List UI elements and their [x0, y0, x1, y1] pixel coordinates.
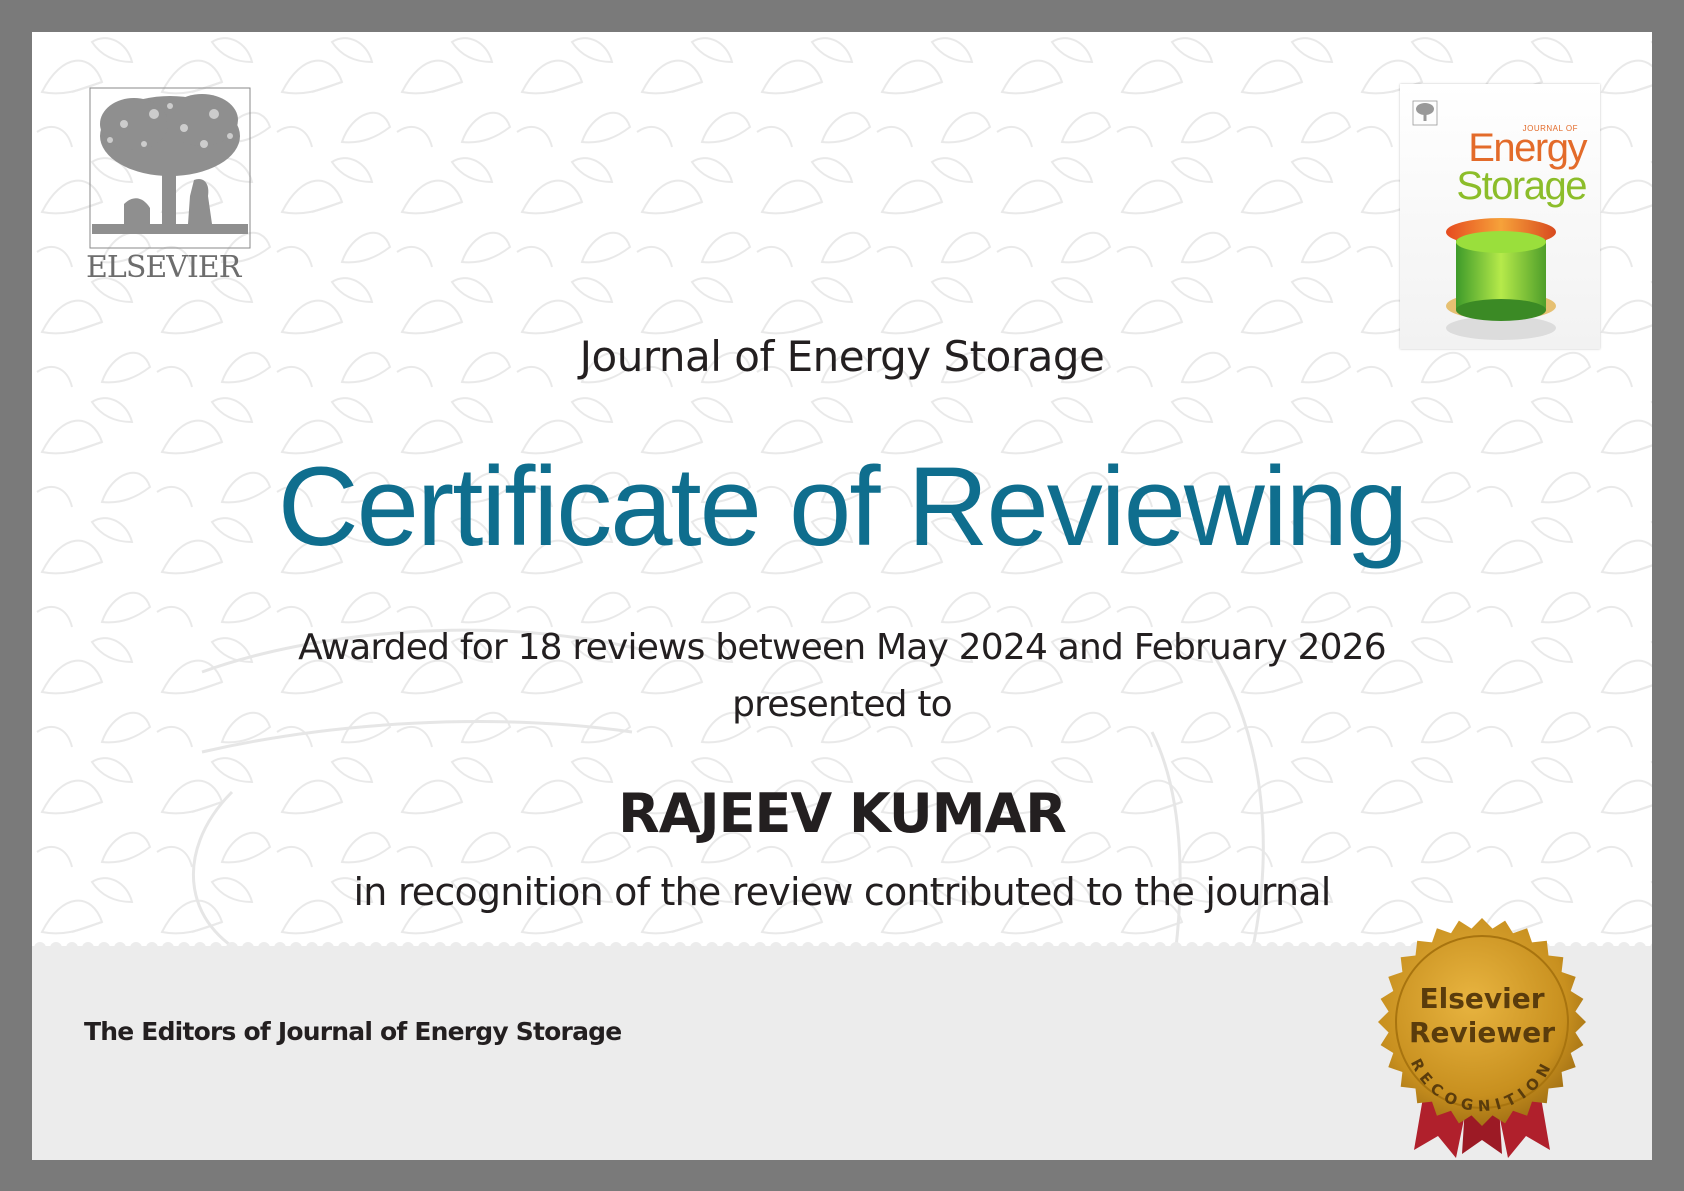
cover-energy-word: Energy [1468, 126, 1587, 170]
elsevier-logo: ELSEVIER [84, 84, 256, 285]
elsevier-tree-icon [89, 87, 251, 249]
awarded-line: Awarded for 18 reviews between May 2024 … [298, 627, 1387, 668]
cover-cylinder-icon [1446, 218, 1556, 340]
editors-signature: The Editors of Journal of Energy Storage [84, 1017, 622, 1046]
journal-cover: JOURNAL OF Energy Storage [1400, 84, 1600, 349]
journal-name: Journal of Energy Storage [579, 332, 1105, 381]
certificate-sheet: ELSEVIER JOURNAL OF Energy Storage Journ… [32, 32, 1652, 1160]
elsevier-mini-logo-icon [1412, 100, 1438, 126]
presented-to-line: presented to [732, 684, 953, 725]
certificate-title: Certificate of Reviewing [277, 444, 1409, 569]
recipient-name: RAJEEV KUMAR [618, 782, 1067, 845]
seal-line-2: Reviewer [1409, 1016, 1555, 1049]
seal-line-1: Elsevier [1419, 982, 1544, 1015]
cover-storage-word: Storage [1456, 164, 1587, 208]
reviewer-recognition-seal: Elsevier Reviewer RECOGNITION [1378, 918, 1586, 1158]
elsevier-wordmark: ELSEVIER [86, 250, 241, 285]
recognition-line: in recognition of the review contributed… [353, 870, 1332, 914]
